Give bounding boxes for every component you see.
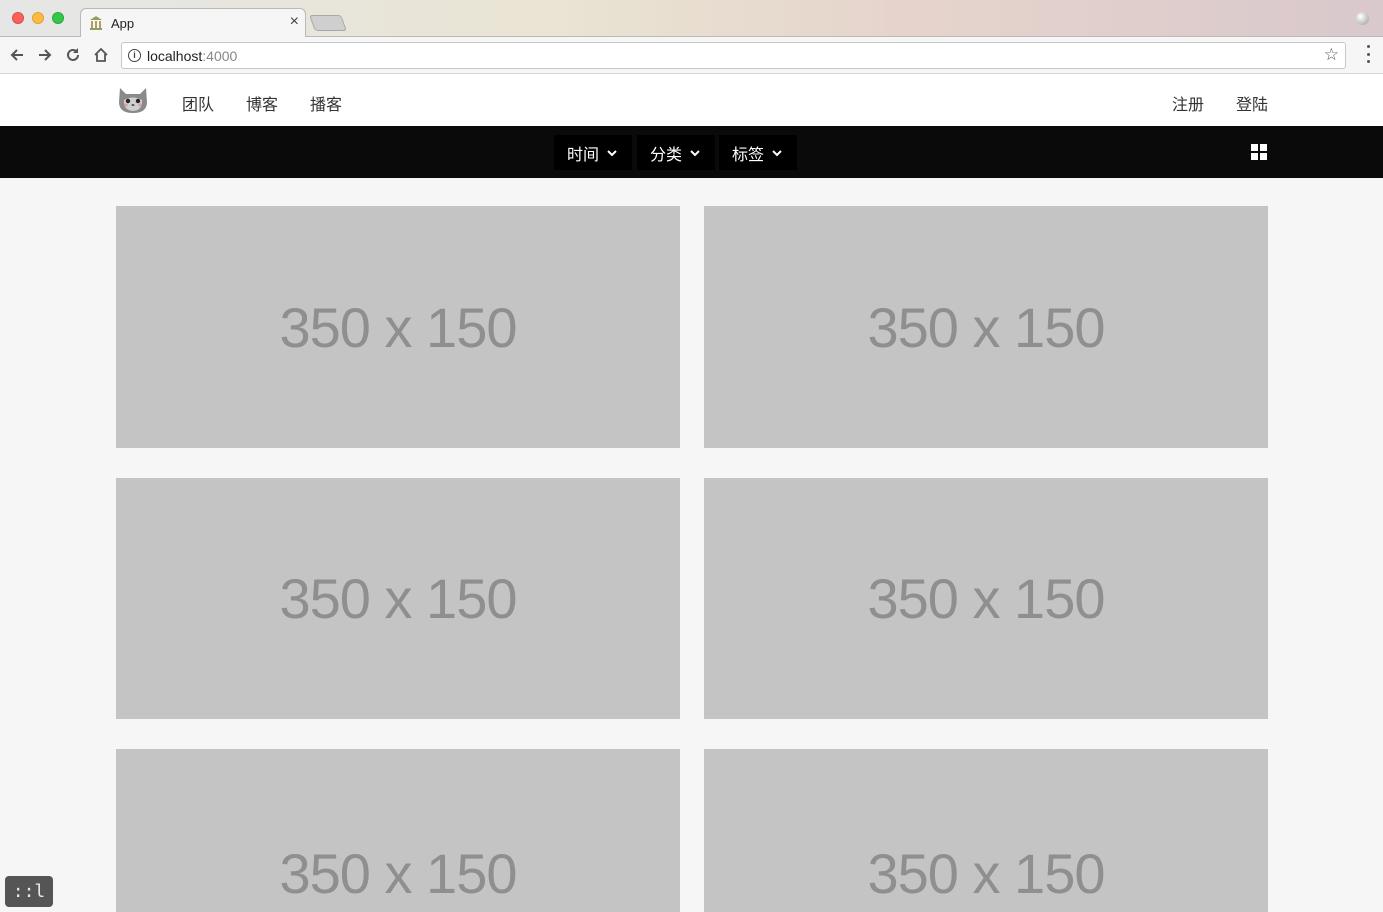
filter-label: 分类: [650, 146, 683, 164]
reload-button[interactable]: [62, 44, 84, 66]
card-image[interactable]: 350 x 150: [116, 478, 680, 719]
filter-label: 时间: [567, 146, 600, 164]
star-icon[interactable]: ☆: [1324, 45, 1339, 65]
maximize-window-button[interactable]: [52, 12, 64, 24]
nav-blog[interactable]: 博客: [246, 91, 278, 115]
placeholder-text: 350 x 150: [279, 295, 518, 359]
card-image[interactable]: 350 x 150: [116, 206, 680, 448]
browser-titlebar: App ×: [0, 0, 1383, 38]
login-link[interactable]: 登陆: [1236, 91, 1268, 115]
forward-button[interactable]: [34, 44, 56, 66]
home-button[interactable]: [90, 44, 112, 66]
chevron-down-icon: [772, 149, 782, 156]
arrow-right-icon: [39, 49, 52, 61]
cat-logo-icon[interactable]: [116, 82, 150, 116]
filter-label: 标签: [732, 146, 765, 164]
placeholder-text: 350 x 150: [867, 567, 1106, 630]
address-bar[interactable]: i localhost:4000 ☆: [121, 42, 1346, 69]
filter-bar: 时间 分类 标签: [0, 126, 1383, 178]
chevron-down-icon: [607, 149, 617, 156]
card-image[interactable]: 350 x 150: [704, 478, 1268, 719]
bank-icon: [90, 16, 102, 30]
card-image[interactable]: 350 x 150: [116, 749, 680, 912]
back-button[interactable]: [6, 44, 28, 66]
home-icon: [94, 47, 108, 62]
close-tab-icon[interactable]: ×: [290, 13, 299, 31]
filter-time-dropdown[interactable]: 时间: [554, 135, 632, 170]
placeholder-text: 350 x 150: [867, 295, 1106, 359]
browser-tab[interactable]: App ×: [80, 8, 306, 38]
placeholder-text: 350 x 150: [279, 842, 518, 905]
card-image[interactable]: 350 x 150: [704, 749, 1268, 912]
nav-team[interactable]: 团队: [182, 91, 214, 115]
close-window-button[interactable]: [12, 12, 24, 24]
minimize-window-button[interactable]: [32, 12, 44, 24]
arrow-left-icon: [10, 49, 23, 61]
debug-badge[interactable]: ::l: [5, 876, 53, 907]
info-icon[interactable]: i: [128, 49, 141, 62]
browser-menu-icon[interactable]: [1367, 45, 1371, 63]
new-tab-button[interactable]: [309, 15, 347, 31]
placeholder-text: 350 x 150: [867, 842, 1106, 905]
site-header: 团队 博客 播客 注册 登陆: [0, 74, 1383, 126]
chevron-down-icon: [690, 149, 700, 156]
grid-view-icon[interactable]: [1251, 144, 1267, 160]
browser-toolbar: i localhost:4000 ☆: [0, 37, 1383, 74]
reload-icon: [67, 48, 79, 61]
tab-title: App: [111, 16, 135, 31]
nav-podcast[interactable]: 播客: [310, 91, 342, 115]
filter-category-dropdown[interactable]: 分类: [637, 135, 715, 170]
profile-icon[interactable]: [1356, 12, 1369, 25]
filter-tag-dropdown[interactable]: 标签: [719, 135, 797, 170]
url-text: localhost:4000: [147, 48, 238, 64]
register-link[interactable]: 注册: [1172, 91, 1204, 115]
placeholder-text: 350 x 150: [279, 567, 518, 630]
card-image[interactable]: 350 x 150: [704, 206, 1268, 448]
